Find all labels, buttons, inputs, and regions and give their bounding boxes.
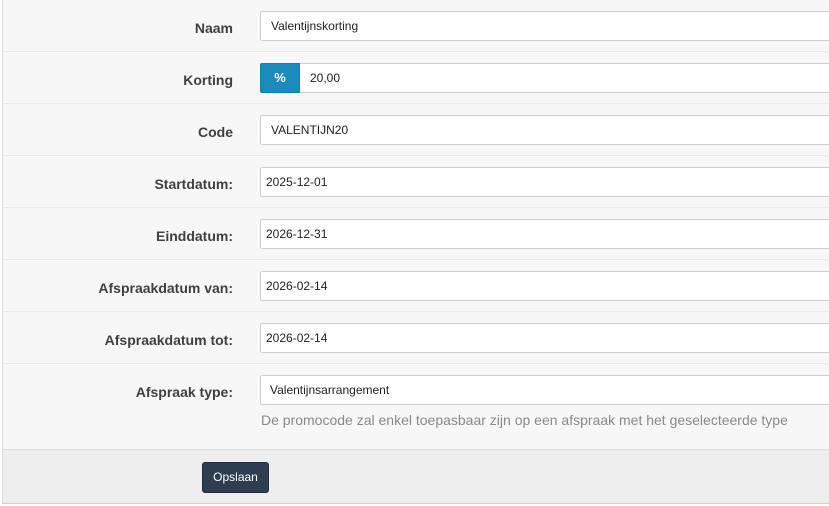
- appointment-from-label: Afspraakdatum van:: [98, 280, 233, 296]
- start-date-input[interactable]: 2025-12-01: [260, 167, 829, 197]
- appointment-type-help: De promocode zal enkel toepasbaar zijn o…: [261, 412, 788, 428]
- row-code: Code VALENTIJN20: [3, 104, 829, 156]
- appointment-type-label: Afspraak type:: [135, 384, 233, 400]
- name-input[interactable]: Valentijnskorting: [260, 11, 829, 41]
- discount-label: Korting: [183, 72, 233, 88]
- form-footer: Opslaan: [3, 449, 829, 503]
- end-date-label: Einddatum:: [156, 228, 233, 244]
- appointment-from-input[interactable]: 2026-02-14: [260, 271, 829, 301]
- promo-form: Naam Valentijnskorting Korting % 20,00 C…: [2, 0, 829, 504]
- appointment-type-select[interactable]: Valentijnsarrangement: [260, 375, 829, 405]
- appointment-to-input[interactable]: 2026-02-14: [260, 323, 829, 353]
- row-discount: Korting % 20,00: [3, 52, 829, 104]
- end-date-input[interactable]: 2026-12-31: [260, 219, 829, 249]
- save-button[interactable]: Opslaan: [202, 462, 269, 493]
- row-end-date: Einddatum: 2026-12-31: [3, 208, 829, 260]
- appointment-to-label: Afspraakdatum tot:: [104, 332, 233, 348]
- percent-addon: %: [260, 63, 300, 93]
- row-appointment-type: Afspraak type: Valentijnsarrangement De …: [3, 364, 829, 453]
- row-name: Naam Valentijnskorting: [3, 0, 829, 52]
- code-label: Code: [198, 124, 233, 140]
- start-date-label: Startdatum:: [154, 176, 233, 192]
- discount-input[interactable]: 20,00: [300, 63, 829, 93]
- row-start-date: Startdatum: 2025-12-01: [3, 156, 829, 208]
- row-appointment-to: Afspraakdatum tot: 2026-02-14: [3, 312, 829, 364]
- row-appointment-from: Afspraakdatum van: 2026-02-14: [3, 260, 829, 312]
- name-label: Naam: [194, 20, 233, 36]
- code-input[interactable]: VALENTIJN20: [260, 115, 829, 145]
